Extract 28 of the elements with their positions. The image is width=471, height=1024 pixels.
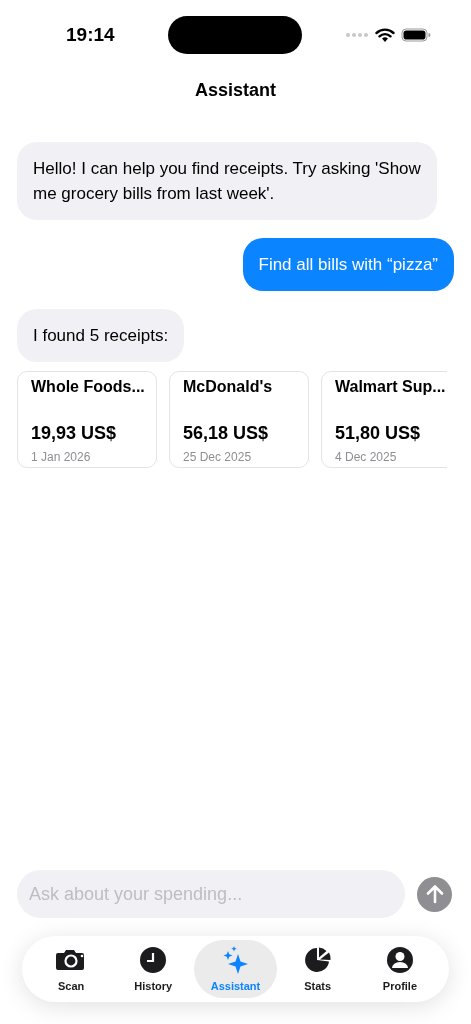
merchant-name: Walmart Sup... — [335, 378, 447, 396]
person-icon — [384, 946, 415, 976]
tab-button[interactable]: History — [112, 940, 195, 998]
send-button[interactable] — [417, 876, 452, 912]
receipt-amount: 51,80 US$ — [335, 423, 422, 444]
tab-button[interactable]: Scan — [30, 940, 113, 998]
user-message-bubble: Find all bills with “pizza” — [242, 238, 454, 291]
assistant-message-bubble: I found 5 receipts: — [17, 309, 185, 362]
wifi-icon — [375, 27, 395, 43]
merchant-name: Whole Foods... — [31, 378, 146, 396]
receipt-date: 4 Dec 2025 — [335, 450, 398, 464]
receipt-date: 1 Jan 2026 — [31, 450, 92, 464]
receipt-card[interactable]: Whole Foods... 19,93 US$ 1 Jan 2026 — [17, 371, 157, 468]
status-time: 19:14 — [66, 24, 116, 46]
assistant-message-bubble: Hello! I can help you find receipts. Try asking 'Show me grocery bills from last week'. — [17, 142, 437, 220]
signal-icon — [345, 32, 369, 38]
receipt-date: 25 Dec 2025 — [183, 450, 253, 464]
screen-title: Assistant — [195, 79, 276, 101]
receipt-card[interactable]: McDonald's 56,18 US$ 25 Dec 2025 — [169, 371, 309, 468]
receipt-amount: 19,93 US$ — [31, 423, 118, 444]
receipt-card[interactable]: Walmart Sup... 51,80 US$ 4 Dec 2025 — [321, 371, 447, 468]
clock-icon — [138, 946, 169, 976]
receipt-amount: 56,18 US$ — [183, 423, 270, 444]
tab-button[interactable]: Profile — [358, 940, 441, 998]
arrow-up-icon — [425, 884, 444, 904]
merchant-name: McDonald's — [183, 378, 274, 396]
battery-icon — [401, 28, 431, 42]
tab-button[interactable]: Stats — [276, 940, 359, 998]
